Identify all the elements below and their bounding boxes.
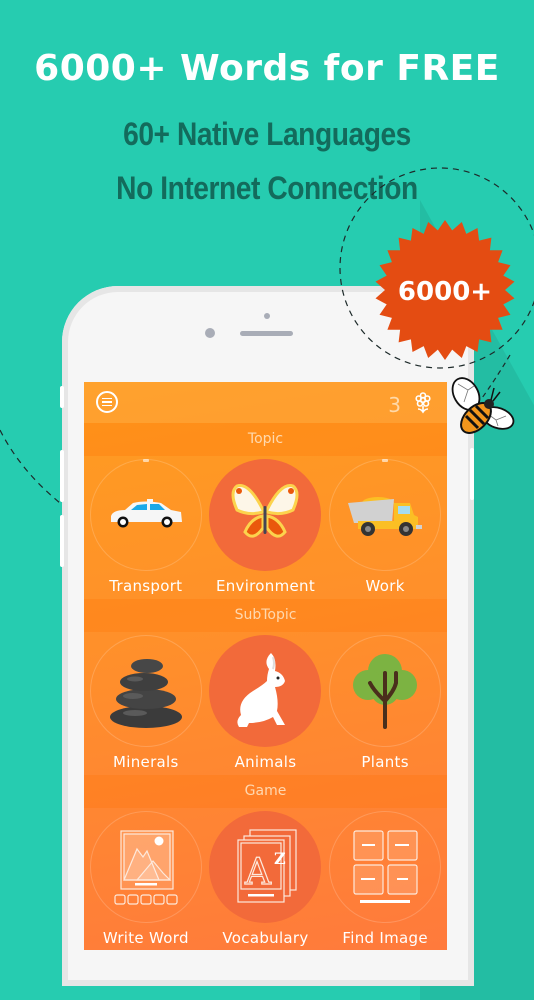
- tile-transport[interactable]: Transport: [87, 456, 205, 599]
- tile-minerals[interactable]: Minerals: [87, 632, 205, 775]
- dump-truck-icon: [348, 497, 423, 536]
- rabbit-icon: [237, 653, 286, 727]
- picture-letters-icon: [114, 830, 178, 905]
- tile-label: Animals: [234, 753, 297, 771]
- tile-label: Vocabulary: [222, 929, 309, 947]
- svg-text:Z: Z: [274, 849, 286, 868]
- counter-value: 3: [388, 393, 401, 417]
- flower-settings-icon[interactable]: [413, 392, 433, 414]
- tile-label: Work: [365, 577, 405, 595]
- tile-environment[interactable]: Environment: [206, 456, 324, 599]
- tile-label: Environment: [215, 577, 316, 595]
- tile-circle: [329, 459, 442, 571]
- tile-label: Transport: [109, 577, 183, 595]
- app-topbar: 3: [84, 382, 447, 423]
- tile-vocabulary[interactable]: A Z Vocabulary: [206, 808, 324, 950]
- tile-circle: [89, 635, 202, 747]
- topic-row: Transport Environment Work: [84, 456, 447, 599]
- tile-circle: [329, 811, 442, 923]
- tile-animals[interactable]: Animals: [206, 632, 324, 775]
- subtopic-row: Minerals Animals Plants: [84, 632, 447, 775]
- tile-circle-active: [209, 459, 322, 571]
- game-row: Write Word A Z Vocabulary Find Image: [84, 808, 447, 950]
- section-header-game: Game: [84, 775, 447, 808]
- badge-text: 6000+: [398, 277, 492, 307]
- section-header-subtopic: SubTopic: [84, 599, 447, 632]
- car-icon: [110, 499, 182, 528]
- tile-label: Find Image: [342, 929, 428, 947]
- app-screen: 3 Topic Transport Environment Work SubTo…: [84, 382, 447, 950]
- bee-icon: [451, 377, 515, 434]
- tile-label: Plants: [361, 753, 409, 771]
- tile-label: Minerals: [113, 753, 179, 771]
- tile-label: Write Word: [102, 929, 189, 947]
- stones-icon: [109, 659, 182, 728]
- tree-icon: [353, 654, 418, 729]
- tile-circle: [329, 635, 442, 747]
- hamburger-menu-icon[interactable]: [96, 391, 118, 413]
- dashed-flight-path: [0, 429, 61, 504]
- tile-circle: [89, 459, 202, 571]
- section-header-topic: Topic: [84, 423, 447, 456]
- tile-find-image[interactable]: Find Image: [326, 808, 444, 950]
- tile-write-word[interactable]: Write Word: [87, 808, 205, 950]
- svg-text:A: A: [244, 852, 272, 893]
- tile-circle-active: A Z: [209, 811, 322, 923]
- tile-circle-active: [209, 635, 322, 747]
- butterfly-icon: [231, 484, 299, 538]
- tile-circle: [89, 811, 202, 923]
- grid-cards-icon: [353, 830, 418, 903]
- tile-work[interactable]: Work: [326, 456, 444, 599]
- az-cards-icon: A Z: [237, 829, 298, 903]
- tile-plants[interactable]: Plants: [326, 632, 444, 775]
